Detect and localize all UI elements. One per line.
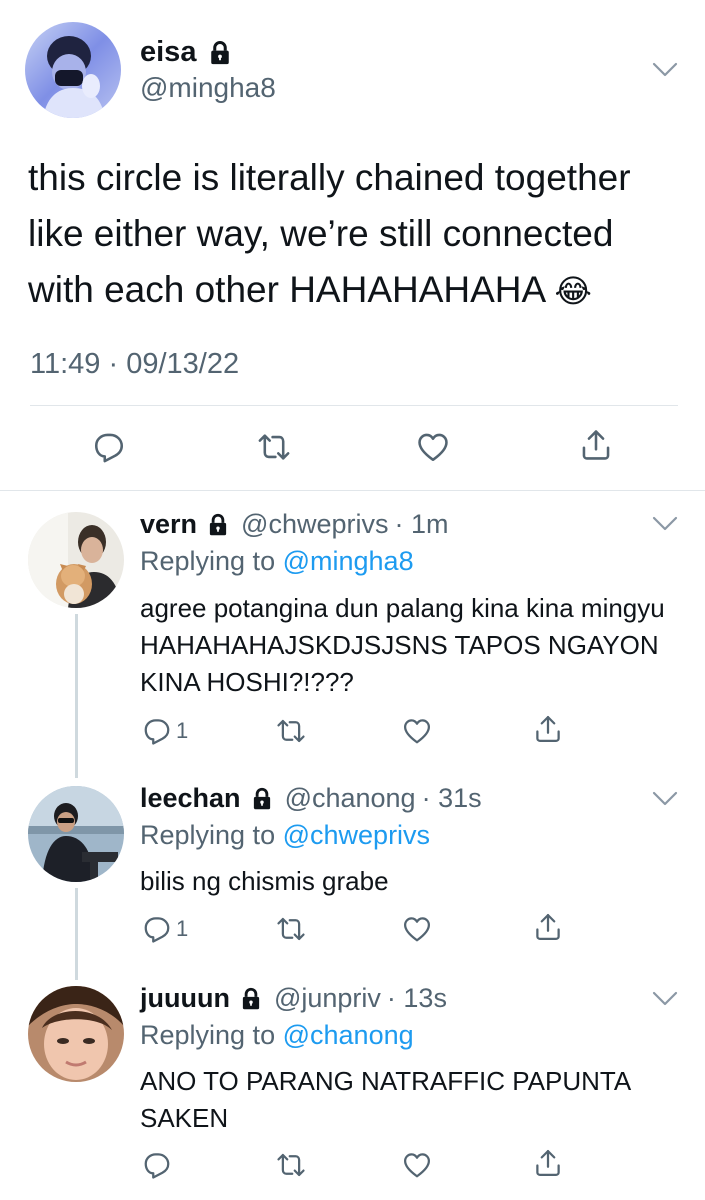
chevron-down-icon[interactable] <box>652 62 678 78</box>
thread-line <box>75 888 78 980</box>
lock-icon <box>249 786 275 812</box>
user-handle[interactable]: @mingha8 <box>140 72 276 104</box>
user-handle[interactable]: @chweprivs <box>241 509 388 540</box>
reply-icon[interactable] <box>142 1150 172 1180</box>
tweet-text: this circle is literally chained togethe… <box>28 157 631 310</box>
like-icon[interactable] <box>416 430 450 464</box>
reply-text: ANO TO PARANG NATRAFFIC PAPUNTA SAKEN <box>140 1066 630 1133</box>
reply-button[interactable]: 1 <box>142 914 188 944</box>
display-name[interactable]: vern <box>140 509 197 540</box>
reply-header: leechan @chanong · 31s <box>140 783 482 814</box>
reply-time: · 1m <box>394 509 449 539</box>
lock-icon <box>205 512 231 538</box>
share-icon[interactable] <box>533 912 563 942</box>
lock-icon <box>206 39 234 67</box>
divider <box>30 405 678 406</box>
chevron-down-icon[interactable] <box>652 791 678 807</box>
tweet-timestamp[interactable]: 11:49 · 09/13/22 <box>30 348 239 381</box>
reply-time: · 13s <box>386 983 447 1013</box>
retweet-icon[interactable] <box>276 1150 306 1180</box>
like-icon[interactable] <box>402 1150 432 1180</box>
like-icon[interactable] <box>402 716 432 746</box>
share-icon[interactable] <box>533 714 563 744</box>
reply-count: 1 <box>176 718 189 743</box>
reply-text: agree potangina dun palang kina kina min… <box>140 593 665 697</box>
thread-line <box>75 614 78 778</box>
retweet-icon[interactable] <box>257 430 291 464</box>
like-icon[interactable] <box>402 914 432 944</box>
avatar[interactable] <box>28 986 124 1082</box>
chevron-down-icon[interactable] <box>652 516 678 532</box>
retweet-icon[interactable] <box>276 914 306 944</box>
reply-button[interactable]: 1 <box>142 716 188 746</box>
lock-icon <box>238 986 264 1012</box>
reply-icon[interactable] <box>92 430 126 464</box>
user-handle[interactable]: @junpriv <box>274 983 381 1014</box>
emoji-laughing: 😂 <box>554 273 592 309</box>
avatar[interactable] <box>25 22 121 118</box>
share-icon[interactable] <box>533 1148 563 1178</box>
user-handle[interactable]: @chanong <box>285 783 416 814</box>
display-name[interactable]: eisa <box>140 36 234 69</box>
display-name[interactable]: leechan <box>140 783 241 814</box>
reply-time: · 31s <box>421 783 482 813</box>
divider <box>0 490 705 491</box>
avatar[interactable] <box>28 786 124 882</box>
display-name[interactable]: juuuun <box>140 983 230 1014</box>
reply-text: bilis ng chismis grabe <box>140 866 389 896</box>
share-icon[interactable] <box>579 428 613 462</box>
retweet-icon[interactable] <box>276 716 306 746</box>
reply-icon <box>142 716 172 746</box>
reply-header: juuuun @junpriv · 13s <box>140 983 447 1014</box>
chevron-down-icon[interactable] <box>652 991 678 1007</box>
replying-to: Replying to @chweprivs <box>140 820 431 850</box>
reply-header: vern @chweprivs · 1m <box>140 509 449 540</box>
replying-to: Replying to @mingha8 <box>140 546 414 576</box>
reply-icon <box>142 914 172 944</box>
reply-count: 1 <box>176 916 189 941</box>
replying-to: Replying to @chanong <box>140 1020 414 1050</box>
avatar[interactable] <box>28 512 124 608</box>
